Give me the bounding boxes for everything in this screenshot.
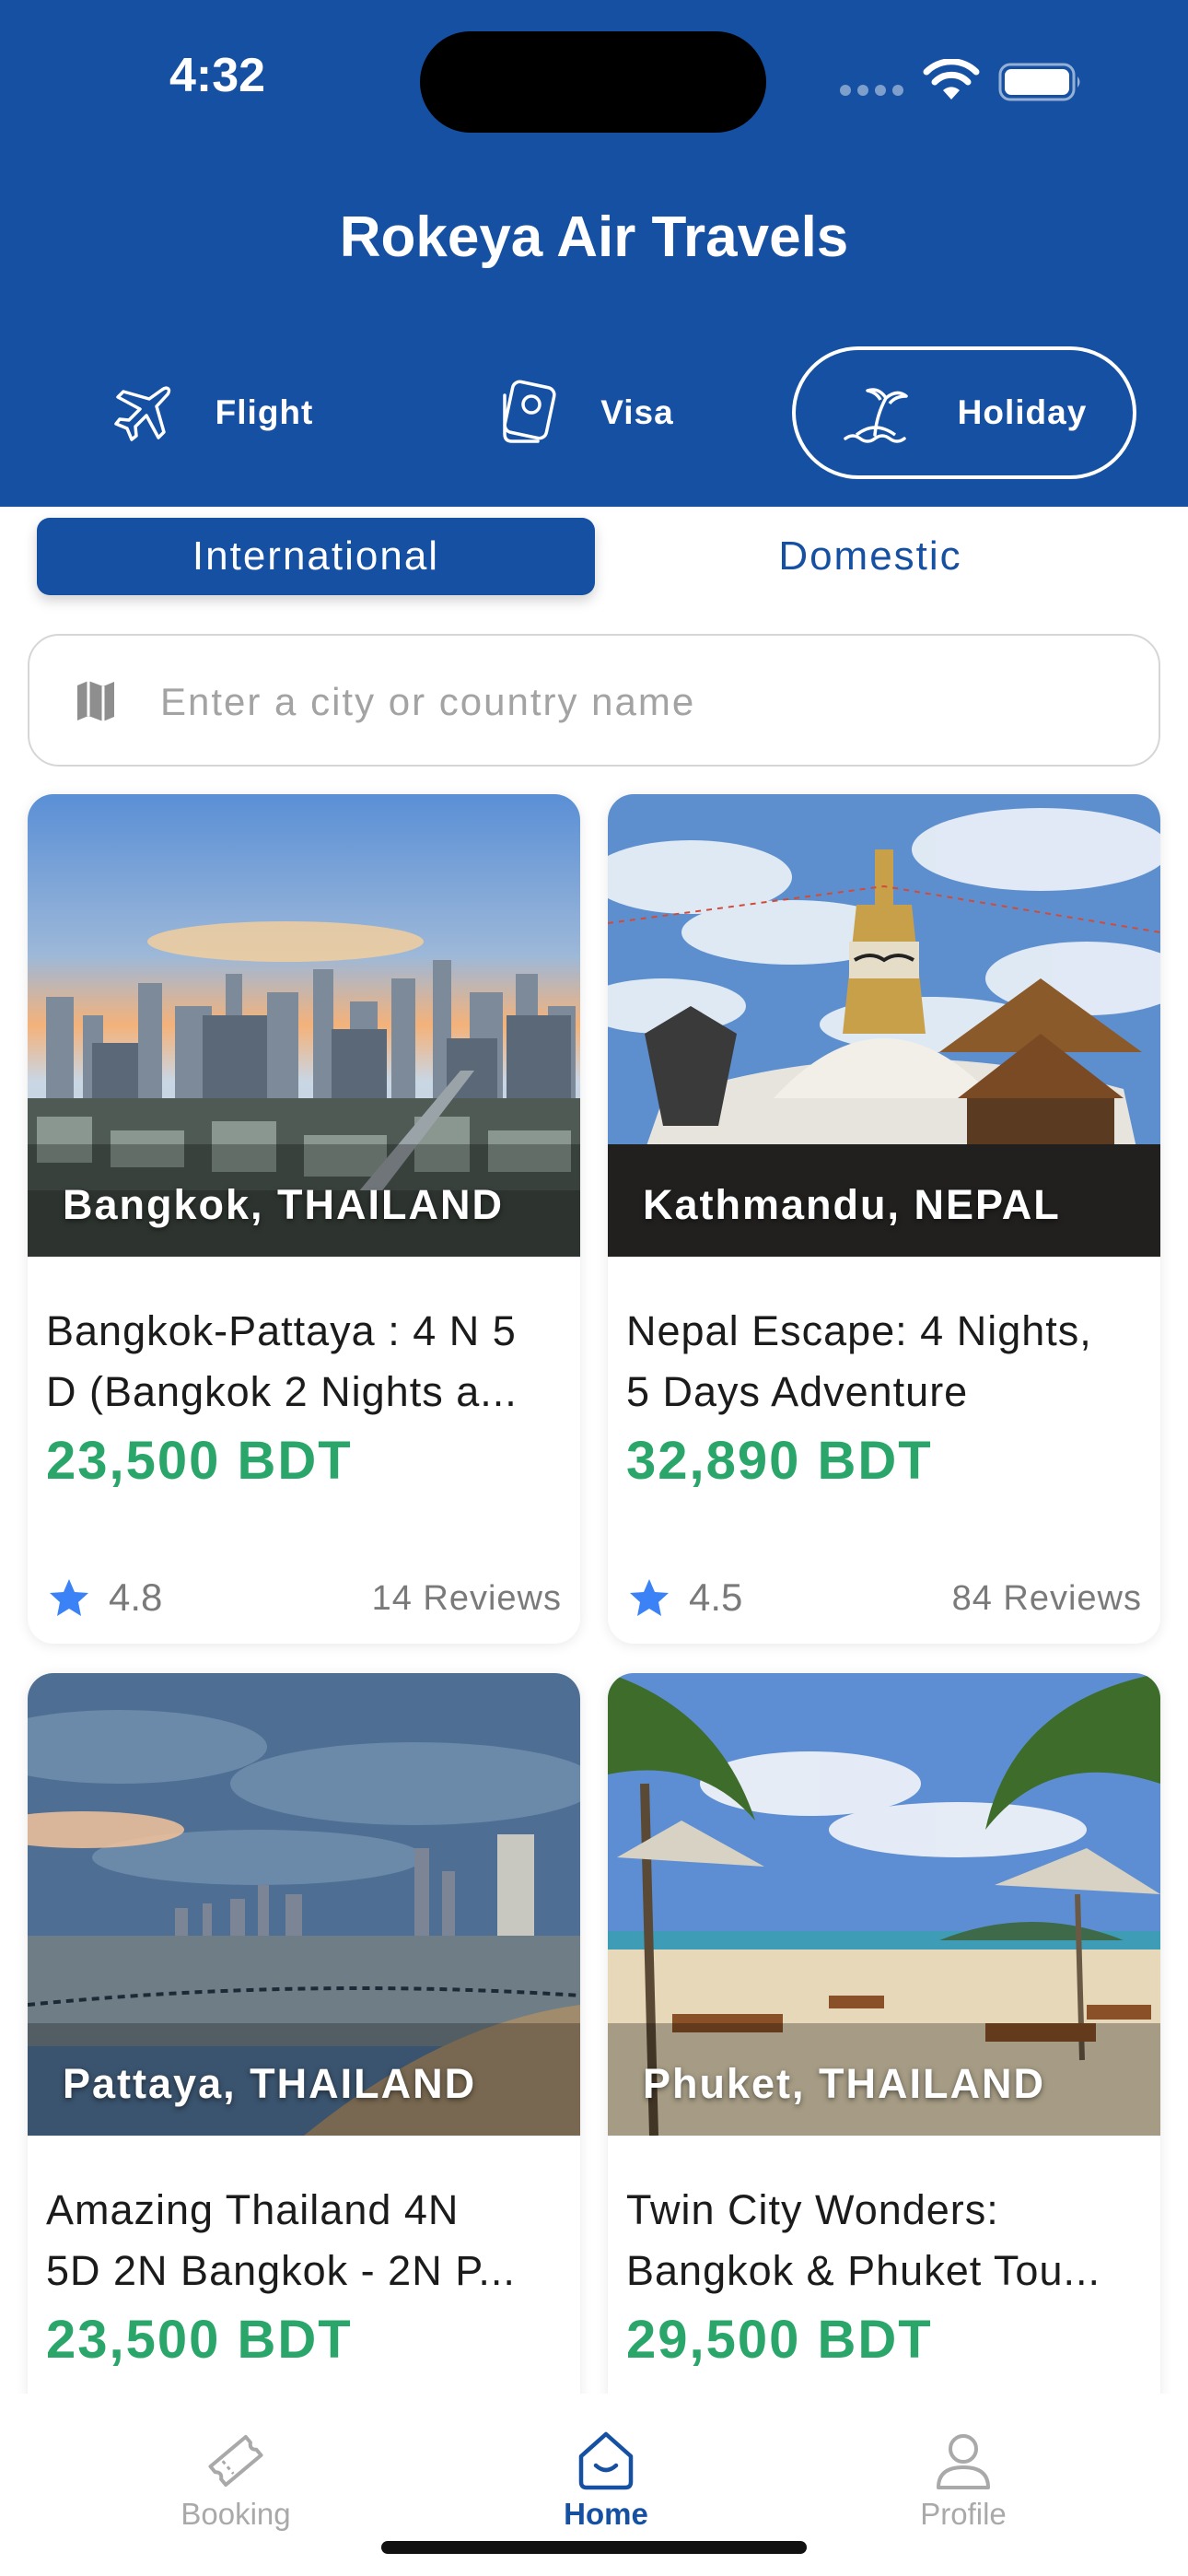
destination-location: Bangkok, THAILAND [63,1181,505,1228]
cellular-signal-icon [840,85,904,98]
destination-location: Pattaya, THAILAND [63,2060,477,2107]
tab-visa-label: Visa [600,393,674,431]
status-bar: 4:32 [0,0,1188,157]
map-icon [77,681,114,721]
destination-location: Kathmandu, NEPAL [643,1181,1061,1228]
tab-flight-label: Flight [215,393,314,431]
package-card[interactable]: Bangkok, THAILAND Bangkok-Pattaya : 4 N … [28,794,580,1644]
package-card[interactable]: Phuket, THAILAND Twin City Wonders: Bang… [608,1673,1160,2502]
nav-booking[interactable]: Booking [134,2429,337,2532]
tab-visa[interactable]: Visa [479,346,691,479]
home-indicator [381,2541,807,2554]
package-title-line: 5 Days Adventure [626,1368,969,1415]
airplane-icon [113,386,170,441]
package-title-line: Twin City Wonders: [626,2186,999,2233]
package-title-line: D (Bangkok 2 Nights a... [46,1368,518,1415]
status-time: 4:32 [169,49,266,102]
search-input[interactable] [160,663,1118,741]
wifi-icon [923,59,980,100]
destination-location: Phuket, THAILAND [643,2060,1045,2107]
island-palm-icon [843,388,908,443]
review-count[interactable]: 84 Reviews [952,1579,1142,1619]
package-card[interactable]: Kathmandu, NEPAL Nepal Escape: 4 Nights,… [608,794,1160,1644]
package-price: 32,890 BDT [626,1431,933,1491]
nav-booking-label: Booking [181,2497,291,2531]
star-icon [50,1579,88,1616]
ticket-icon [208,2434,263,2488]
package-price: 23,500 BDT [46,2310,353,2370]
rating-value: 4.5 [689,1575,743,1619]
tab-holiday-label: Holiday [957,393,1088,431]
search-box [28,634,1160,767]
app-title: Rokeya Air Travels [339,205,849,269]
package-title: Amazing Thailand 4N 5D 2N Bangkok - 2N P… [46,2180,562,2301]
tab-holiday[interactable]: Holiday [792,346,1136,479]
battery-icon [998,63,1080,101]
package-title-line: Nepal Escape: 4 Nights, [626,1307,1092,1354]
rating-value: 4.8 [109,1575,163,1619]
package-card[interactable]: Pattaya, THAILAND Amazing Thailand 4N 5D… [28,1673,580,2502]
package-title: Twin City Wonders: Bangkok & Phuket Tou.… [626,2180,1142,2301]
star-icon [630,1579,669,1616]
nav-home-label: Home [564,2497,648,2531]
package-title-line: Bangkok-Pattaya : 4 N 5 [46,1307,517,1354]
nav-profile[interactable]: Profile [862,2429,1065,2532]
dynamic-island [420,31,766,133]
package-price: 23,500 BDT [46,1431,353,1491]
package-title-line: 5D 2N Bangkok - 2N P... [46,2247,516,2294]
tab-flight[interactable]: Flight [92,346,332,479]
nav-home[interactable]: Home [505,2429,707,2532]
segment-international[interactable]: International [37,518,595,595]
segment-domestic[interactable]: Domestic [608,518,1133,595]
package-price: 29,500 BDT [626,2310,933,2370]
app-header: 4:32 Rokeya Air Travels Flight Visa Holi… [0,0,1188,507]
nav-profile-label: Profile [920,2497,1007,2531]
profile-icon [937,2434,990,2489]
home-icon [578,2431,634,2490]
passport-icon [503,380,556,443]
review-count[interactable]: 14 Reviews [372,1579,562,1619]
package-title: Nepal Escape: 4 Nights, 5 Days Adventure [626,1301,1142,1423]
package-title: Bangkok-Pattaya : 4 N 5 D (Bangkok 2 Nig… [46,1301,562,1423]
package-title-line: Amazing Thailand 4N [46,2186,460,2233]
package-title-line: Bangkok & Phuket Tou... [626,2247,1101,2294]
